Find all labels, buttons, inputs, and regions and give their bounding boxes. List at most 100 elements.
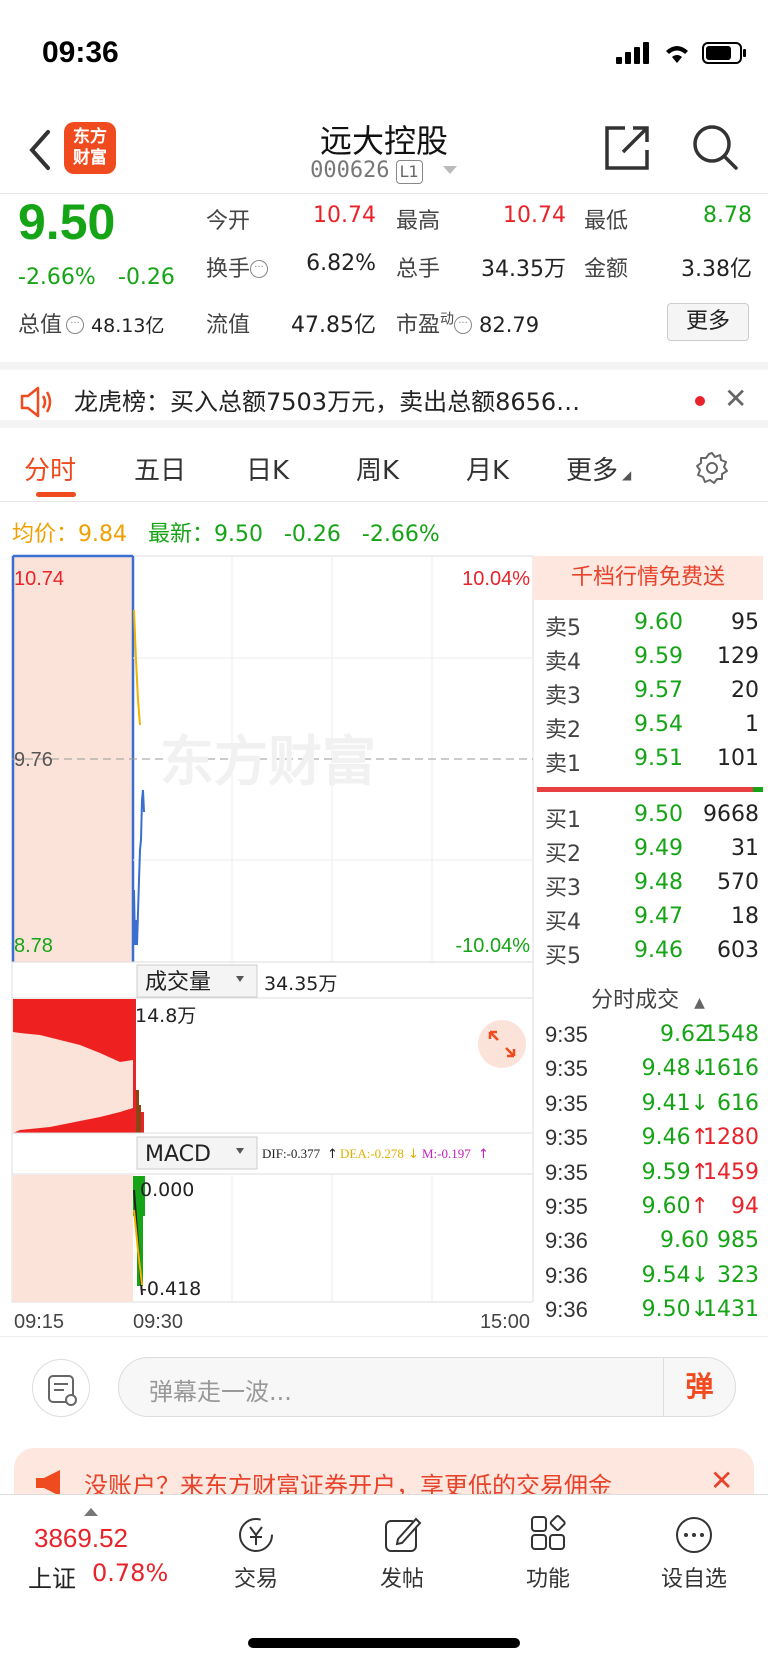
tab-monthly-k[interactable]: 月K — [466, 450, 509, 487]
ask-row: 卖5 9.60 95 — [545, 610, 759, 641]
tab-daily-k[interactable]: 日K — [246, 450, 289, 487]
battery-icon — [702, 42, 746, 64]
tab-five-day[interactable]: 五日 — [134, 450, 186, 487]
high-label: 最高 — [396, 209, 441, 234]
macd-top-label: 0.000 — [140, 1179, 194, 1201]
price-high-label: 10.74 — [14, 568, 64, 590]
float-mv-label: 流值 — [206, 313, 251, 338]
total-mv-value: 48.13亿 — [91, 315, 165, 337]
avg-price-line — [133, 609, 141, 726]
index-ticker[interactable]: 3869.52 上证 0.78% — [0, 1495, 190, 1605]
danmu-input[interactable]: 弹幕走一波... 弹 — [118, 1357, 736, 1417]
open-value: 10.74 — [313, 203, 376, 228]
pct-low-label: -10.04% — [456, 935, 531, 957]
macd-dea-arrow: ↓ — [408, 1147, 419, 1162]
tick-row: 9:35 9.59↑ 1459 — [533, 1156, 768, 1190]
caret-up-icon: ▲ — [694, 995, 705, 1011]
ask-row: 卖1 9.51 101 — [545, 746, 759, 777]
macd-dea: DEA:-0.278 — [340, 1146, 404, 1161]
nav-post[interactable]: 发帖 — [352, 1503, 452, 1603]
tab-more[interactable]: 更多 ◢ — [566, 450, 631, 487]
tick-volume: 616 — [717, 1090, 759, 1116]
more-quote-button[interactable]: 更多 — [667, 303, 749, 341]
active-tab-indicator — [36, 492, 76, 497]
pe-label: 市盈动 ··· 82.79 — [396, 311, 540, 338]
index-change: 0.78% — [92, 1559, 169, 1587]
index-price: 3869.52 — [34, 1523, 128, 1553]
ticks-title[interactable]: 分时成交 ▲ — [533, 982, 763, 1014]
quote-panel: 9.50 -2.66% -0.26 今开 10.74 最高 10.74 最低 8… — [0, 194, 768, 345]
nav-trade[interactable]: 交易 — [206, 1503, 306, 1603]
bid-ask-ratio-bar — [537, 787, 763, 792]
nav-add-watchlist[interactable]: 设自选 — [644, 1503, 744, 1603]
tick-volume: 1548 — [703, 1022, 759, 1047]
info-icon[interactable]: ··· — [66, 316, 85, 334]
search-button[interactable] — [690, 122, 740, 172]
trade-icon — [239, 1518, 273, 1552]
macd-label: MACD — [145, 1142, 211, 1167]
time-end-label: 15:00 — [480, 1311, 530, 1333]
tab-intraday[interactable]: 分时 — [24, 450, 76, 487]
float-mv-value: 47.85亿 — [291, 313, 376, 338]
post-icon — [385, 1517, 422, 1552]
chart-tabs: 分时 五日 日K 周K 月K 更多 ◢ — [0, 436, 768, 502]
tick-time: 9:35 — [545, 1194, 588, 1219]
bid-row: 买4 9.47 18 — [545, 904, 759, 935]
danmu-settings-button[interactable] — [32, 1359, 90, 1417]
macd-m: M:-0.197 — [422, 1146, 471, 1161]
avg-value: 9.84 — [78, 522, 127, 547]
status-icons — [616, 42, 748, 64]
macd-dif: DIF:-0.377 — [262, 1146, 321, 1161]
search-icon — [693, 125, 738, 170]
tick-volume: 1280 — [703, 1125, 759, 1151]
tick-time: 9:36 — [545, 1262, 588, 1288]
nav-functions[interactable]: 功能 — [498, 1503, 598, 1603]
tick-row: 9:36 9.54↓ 323 — [533, 1259, 768, 1293]
share-icon — [605, 126, 649, 170]
danmu-placeholder: 弹幕走一波... — [149, 1378, 292, 1406]
gear-icon[interactable] — [694, 450, 730, 486]
danmu-toggle-button[interactable]: 弹 — [663, 1358, 735, 1416]
expand-chart-button[interactable] — [478, 1020, 526, 1068]
tick-time: 9:35 — [545, 1125, 588, 1151]
latest-label: 最新： — [147, 522, 214, 547]
intraday-chart[interactable]: 东方财富 10.74 9.76 8.78 10.04% -10.04% 成交量 … — [0, 550, 535, 1340]
turnover-label: 换手 ··· — [206, 251, 269, 283]
promo-tier-banner[interactable]: 千档行情免费送 — [533, 556, 763, 600]
info-icon[interactable]: ··· — [454, 316, 473, 334]
volume-value: 34.35万 — [481, 257, 566, 282]
macd-shade — [13, 1175, 133, 1302]
ask-row: 卖4 9.59 129 — [545, 644, 759, 675]
home-indicator — [248, 1638, 520, 1648]
tab-weekly-k[interactable]: 周K — [356, 450, 399, 487]
stock-header: 东方 财富 远大控股 000626 L1 — [0, 108, 768, 194]
tick-volume: 1459 — [703, 1159, 759, 1185]
ask-row: 卖2 9.54 1 — [545, 712, 759, 743]
amount-label: 金额 — [584, 257, 629, 282]
open-label: 今开 — [206, 209, 251, 234]
low-value: 8.78 — [703, 203, 752, 228]
tick-time: 9:35 — [545, 1056, 588, 1082]
latest-percent: -2.66% — [361, 522, 440, 547]
avg-label: 均价： — [12, 522, 79, 547]
price-mid-label: 9.76 — [14, 749, 53, 771]
bid-row: 买1 9.50 9668 — [545, 802, 759, 833]
volume-label: 成交量 — [145, 970, 211, 995]
tick-time: 9:35 — [545, 1159, 588, 1185]
tick-row: 9:35 9.48↓ 1616 — [533, 1052, 768, 1086]
caret-up-icon — [84, 1508, 98, 1516]
tick-row: 9:35 9.41↓ 616 — [533, 1087, 768, 1121]
volume-total: 34.35万 — [264, 973, 337, 995]
cellular-signal-icon — [616, 42, 649, 64]
ask-row: 卖3 9.57 20 — [545, 678, 759, 709]
close-promo-button[interactable]: ✕ — [710, 1464, 733, 1497]
dragon-tiger-notice[interactable]: 龙虎榜：买入总额7503万元，卖出总额8656… ✕ — [0, 362, 768, 428]
tick-row: 9:35 9.46↑ 1280 — [533, 1121, 768, 1155]
bid-ask-ratio-bar-green — [753, 787, 763, 792]
tick-volume: 323 — [717, 1262, 759, 1288]
close-notice-button[interactable]: ✕ — [724, 382, 747, 415]
share-button[interactable] — [603, 122, 653, 172]
macd-dif-arrow: ↑ — [327, 1147, 338, 1162]
info-icon[interactable]: ··· — [250, 260, 269, 278]
watermark: 东方财富 — [160, 730, 376, 793]
